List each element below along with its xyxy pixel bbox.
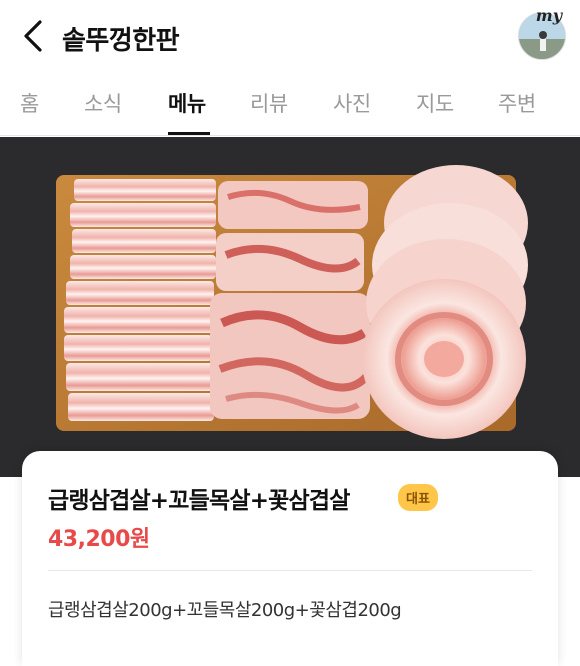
- menu-name: 급랭삼겹살+꼬들목살+꽃삼겹살: [48, 488, 350, 514]
- tab-menu[interactable]: 메뉴: [168, 88, 206, 118]
- tab-news[interactable]: 소식: [84, 88, 122, 118]
- menu-description: 급랭삼겹살200g+꼬들목살200g+꽃삼겹200g: [48, 600, 402, 621]
- menu-photo[interactable]: [0, 137, 580, 477]
- top-bar: 솥뚜껑한판 my: [0, 0, 580, 72]
- back-button[interactable]: [16, 18, 50, 54]
- active-tab-indicator: [168, 132, 210, 135]
- my-label: my: [535, 6, 562, 25]
- tab-photos[interactable]: 사진: [333, 88, 371, 118]
- pork-platter-image: [0, 137, 580, 477]
- tab-nearby[interactable]: 주변: [498, 88, 536, 118]
- tab-reviews[interactable]: 리뷰: [250, 88, 288, 118]
- menu-card[interactable]: 급랭삼겹살+꼬들목살+꽃삼겹살 대표 43,200원 급랭삼겹살200g+꼬들목…: [22, 451, 558, 666]
- store-title: 솥뚜껑한판: [62, 26, 180, 56]
- representative-badge: 대표: [398, 484, 438, 511]
- tab-map[interactable]: 지도: [416, 88, 454, 118]
- tab-bar: 홈 소식 메뉴 리뷰 사진 지도 주변: [0, 72, 580, 136]
- divider: [48, 570, 532, 571]
- chevron-left-icon: [24, 20, 42, 52]
- menu-price: 43,200원: [48, 527, 150, 552]
- tab-home[interactable]: 홈: [20, 88, 39, 118]
